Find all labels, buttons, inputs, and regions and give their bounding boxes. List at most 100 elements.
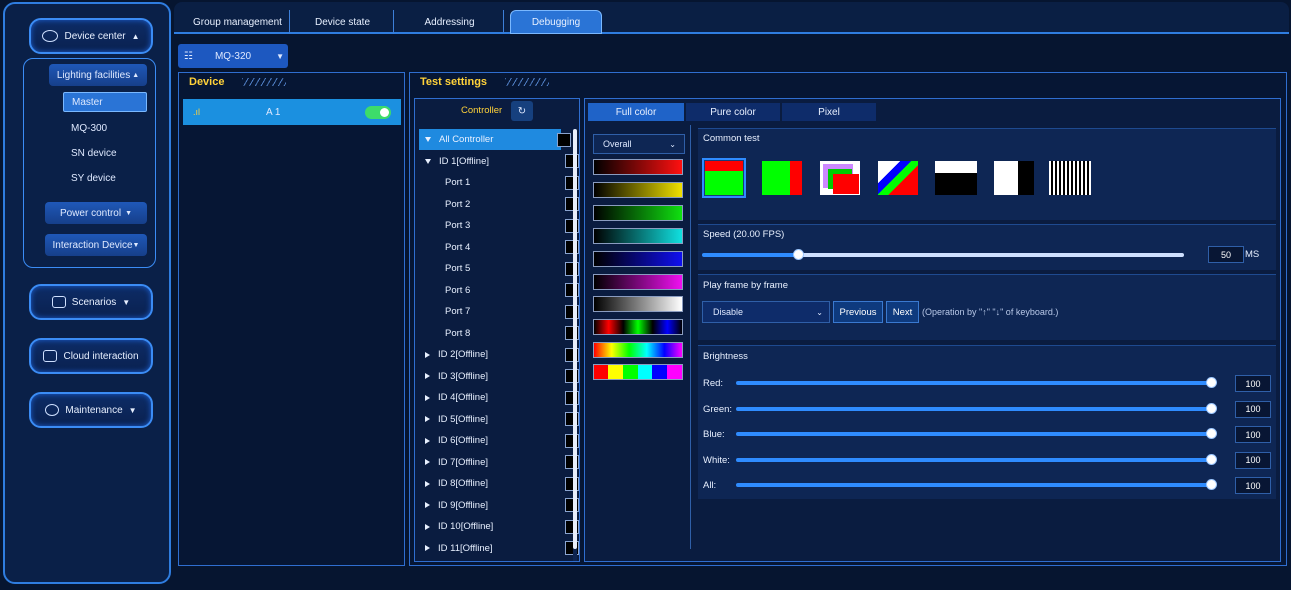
overall-select[interactable]: Overall ⌄ [593,134,685,154]
tree-item-port[interactable]: Port 5 [419,258,579,279]
caret-right-icon[interactable] [425,437,430,444]
frame-mode-select[interactable]: Disable ⌄ [702,301,830,323]
tab-full-color[interactable]: Full color [588,103,684,121]
brightness-slider-knob[interactable] [1206,479,1217,490]
scrollbar-thumb[interactable] [573,129,577,549]
caret-right-icon[interactable] [425,480,430,487]
tab-debugging[interactable]: Debugging [510,10,602,34]
tree-item-port[interactable]: Port 6 [419,280,579,301]
brightness-slider[interactable] [736,402,1217,414]
speed-input[interactable]: 50 [1208,246,1244,263]
tree-item-controller[interactable]: ID 8[Offline] [419,473,579,494]
brightness-label: Brightness [703,351,748,362]
caret-down-icon[interactable] [425,158,431,164]
caret-right-icon[interactable] [425,351,430,358]
brightness-slider[interactable] [736,479,1217,490]
cloud-interaction-button[interactable]: Cloud interaction [29,338,153,374]
tab-device-state[interactable]: Device state [292,10,394,34]
tree-item-port[interactable]: Port 3 [419,215,579,236]
previous-button[interactable]: Previous [833,301,883,323]
gradient-white[interactable] [593,296,683,312]
device-toggle[interactable] [365,105,391,119]
tree-item-port[interactable]: Port 1 [419,172,579,193]
brightness-slider[interactable] [736,453,1217,465]
test-pattern-red-green[interactable] [702,158,746,198]
chevron-down-icon: ▼ [122,297,131,307]
speed-slider[interactable] [702,249,1184,260]
tree-item-controller[interactable]: ID 11[Offline] [419,538,579,559]
scenarios-button[interactable]: Scenarios ▼ [29,284,153,320]
color-bars[interactable] [593,364,683,380]
brightness-slider-knob[interactable] [1206,428,1217,439]
brightness-value-input[interactable]: 100 [1235,375,1271,392]
brightness-slider-knob[interactable] [1206,402,1217,414]
test-pattern-nested-squares[interactable] [818,158,862,198]
brightness-value-input[interactable]: 100 [1235,451,1271,469]
device-center-button[interactable]: Device center ▲ [29,18,153,54]
test-pattern-green-red[interactable] [760,158,804,198]
gradient-rgb-bands[interactable] [593,319,683,335]
sidebar-item-sy-device[interactable]: SY device [71,173,116,184]
tree-item-controller[interactable]: ID 2[Offline] [419,344,579,365]
tree-item-controller[interactable]: ID 5[Offline] [419,409,579,430]
device-row[interactable]: .ıl A 1 [183,99,401,125]
caret-right-icon[interactable] [425,416,430,422]
gradient-rainbow[interactable] [593,342,683,358]
sidebar-item-master[interactable]: Master [63,92,147,112]
tree-scrollbar[interactable] [573,129,577,561]
caret-right-icon[interactable] [425,394,430,401]
tree-item-all-controller[interactable]: All Controller [419,129,571,150]
caret-right-icon[interactable] [425,523,430,530]
gradient-magenta[interactable] [593,274,683,290]
tree-item-controller[interactable]: ID 1[Offline] [419,151,579,172]
tree-item-controller[interactable]: ID 7[Offline] [419,452,579,473]
test-pattern-stripes[interactable] [1048,158,1092,198]
chevron-down-icon: ▼ [128,405,137,415]
model-select[interactable]: ☷ MQ-320 ▼ [178,44,288,68]
brightness-slider-knob[interactable] [1206,453,1217,465]
test-pattern-white-black-vertical[interactable] [992,158,1036,198]
brightness-value-input[interactable]: 100 [1235,477,1271,494]
gradient-green[interactable] [593,205,683,221]
tab-pure-color[interactable]: Pure color [686,103,780,121]
tab-pixel[interactable]: Pixel [782,103,876,121]
next-button[interactable]: Next [886,301,919,323]
sidebar-item-label: MQ-300 [71,123,108,134]
test-pattern-white-black[interactable] [934,158,978,198]
brightness-slider[interactable] [736,377,1217,388]
test-pattern-diagonal-squares[interactable] [876,158,920,198]
caret-right-icon[interactable] [425,373,430,379]
tree-item-controller[interactable]: ID 4[Offline] [419,387,579,408]
gradient-red[interactable] [593,159,683,175]
gradient-cyan[interactable] [593,228,683,244]
tab-group-management[interactable]: Group management [186,10,290,34]
refresh-button[interactable]: ↻ [511,101,533,121]
power-control-button[interactable]: Power control ▼ [45,202,147,224]
sidebar-item-sn-device[interactable]: SN device [71,148,117,159]
tree-item-controller[interactable]: ID 10[Offline] [419,516,579,537]
caret-down-icon[interactable] [425,137,431,142]
tree-item-port[interactable]: Port 7 [419,301,579,322]
interaction-device-button[interactable]: Interaction Device ▼ [45,234,147,256]
tree-item-controller[interactable]: ID 3[Offline] [419,366,579,387]
tab-addressing[interactable]: Addressing [396,10,504,34]
brightness-slider[interactable] [736,428,1217,439]
brightness-value-input[interactable]: 100 [1235,400,1271,418]
caret-right-icon[interactable] [425,502,430,508]
tree-item-port[interactable]: Port 4 [419,237,579,258]
brightness-slider-knob[interactable] [1206,377,1217,388]
tree-item-checkbox[interactable] [557,132,571,147]
sidebar-item-mq300[interactable]: MQ-300 [71,123,107,134]
tree-item-port[interactable]: Port 8 [419,323,579,344]
caret-right-icon[interactable] [425,459,430,465]
caret-right-icon[interactable] [425,545,430,551]
gradient-yellow[interactable] [593,182,683,198]
brightness-value-input[interactable]: 100 [1235,426,1271,443]
tree-item-controller[interactable]: ID 9[Offline] [419,495,579,516]
common-test-label: Common test [703,133,760,144]
gradient-blue[interactable] [593,251,683,267]
lighting-facilities-button[interactable]: Lighting facilities ▲ [49,64,147,86]
tree-item-port[interactable]: Port 2 [419,194,579,215]
tree-item-controller[interactable]: ID 6[Offline] [419,430,579,451]
maintenance-button[interactable]: Maintenance ▼ [29,392,153,428]
